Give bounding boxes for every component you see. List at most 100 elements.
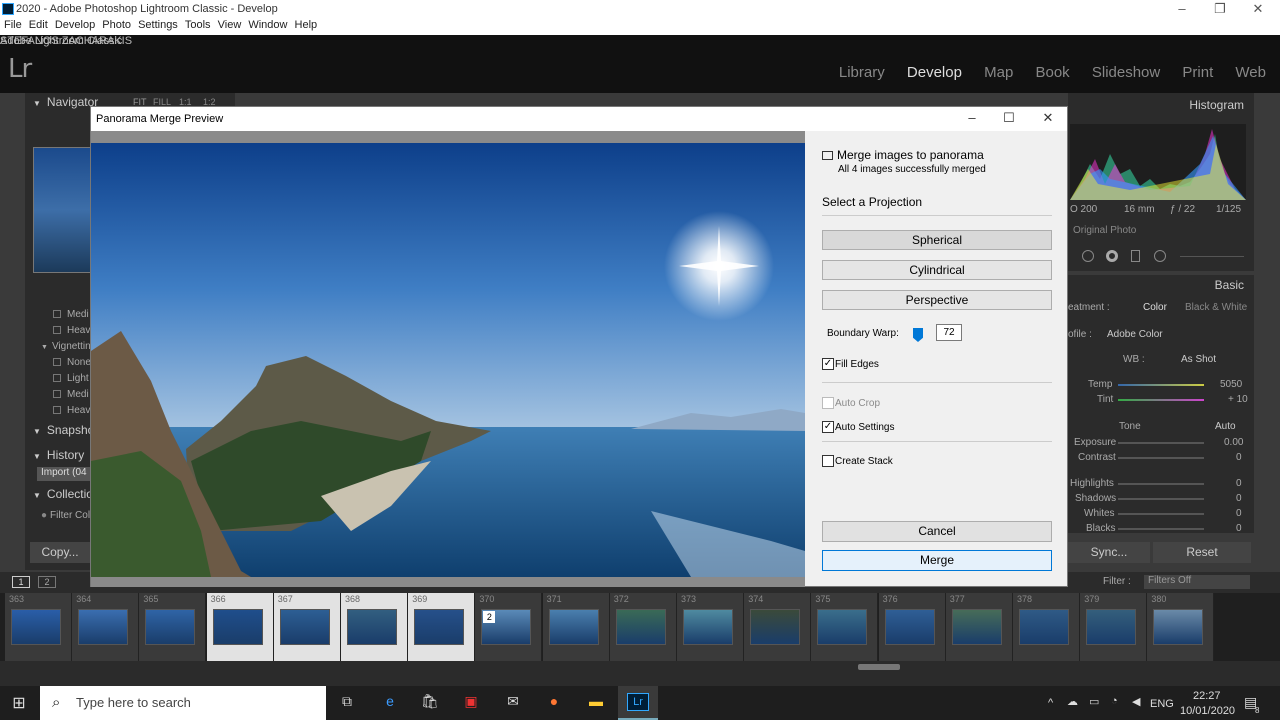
perspective-button[interactable]: Perspective bbox=[822, 290, 1052, 310]
shadows-value[interactable]: 0 bbox=[1236, 493, 1242, 504]
filmstrip-thumbnail[interactable] bbox=[279, 609, 330, 645]
module-develop[interactable]: Develop bbox=[907, 64, 962, 81]
whites-value[interactable]: 0 bbox=[1236, 508, 1242, 519]
filmstrip-scrollbar[interactable] bbox=[0, 661, 1280, 686]
taskbar-search-input[interactable]: ⌕ Type here to search bbox=[40, 686, 326, 720]
tone-auto-button[interactable]: Auto bbox=[1215, 421, 1236, 432]
histogram-label[interactable]: Histogram bbox=[1189, 98, 1244, 112]
module-map[interactable]: Map bbox=[984, 64, 1013, 81]
highlights-value[interactable]: 0 bbox=[1236, 478, 1242, 489]
dialog-maximize-icon[interactable]: ☐ bbox=[994, 110, 1024, 126]
view-1-button[interactable]: 1 bbox=[12, 576, 30, 588]
boundary-warp-value[interactable]: 72 bbox=[936, 324, 962, 341]
filmstrip-thumbnail[interactable] bbox=[414, 609, 465, 645]
filmstrip-thumbnail[interactable] bbox=[1153, 609, 1204, 645]
filmstrip-cell[interactable]: 375 bbox=[811, 593, 879, 661]
restore-icon[interactable]: ❐ bbox=[1201, 1, 1239, 18]
crop-tool-icon[interactable] bbox=[1082, 250, 1094, 262]
cylindrical-button[interactable]: Cylindrical bbox=[822, 260, 1052, 280]
minimize-icon[interactable]: – bbox=[1163, 1, 1201, 18]
sync-button[interactable]: Sync... bbox=[1068, 542, 1150, 563]
preset-item[interactable]: Light bbox=[53, 373, 89, 384]
menu-develop[interactable]: Develop bbox=[55, 19, 95, 31]
menu-photo[interactable]: Photo bbox=[102, 19, 131, 31]
filmstrip-thumbnail[interactable] bbox=[951, 609, 1002, 645]
module-slideshow[interactable]: Slideshow bbox=[1092, 64, 1160, 81]
temp-slider[interactable] bbox=[1118, 384, 1204, 386]
filmstrip-cell[interactable]: 377 bbox=[945, 593, 1013, 661]
fill-edges-checkbox[interactable]: ✓ bbox=[822, 358, 834, 370]
module-book[interactable]: Book bbox=[1035, 64, 1069, 81]
stack-count-badge[interactable]: 2 bbox=[483, 611, 496, 623]
filmstrip-cell[interactable]: 367 bbox=[273, 593, 341, 661]
filmstrip-thumbnail[interactable] bbox=[1019, 609, 1069, 645]
preset-item[interactable]: Medi bbox=[53, 389, 89, 400]
menu-edit[interactable]: Edit bbox=[29, 19, 48, 31]
preset-item[interactable]: None bbox=[53, 357, 91, 368]
vignetting-folder[interactable]: ▼ Vignettin bbox=[41, 341, 91, 352]
filmstrip-thumbnail[interactable] bbox=[347, 609, 397, 645]
menu-help[interactable]: Help bbox=[295, 19, 318, 31]
filmstrip-cell[interactable]: 372 bbox=[609, 593, 677, 661]
clock-time[interactable]: 22:27 bbox=[1193, 690, 1221, 702]
spot-removal-icon[interactable] bbox=[1106, 250, 1118, 262]
graduated-filter-icon[interactable] bbox=[1131, 250, 1140, 262]
radial-filter-icon[interactable] bbox=[1154, 250, 1166, 262]
tint-slider[interactable] bbox=[1118, 399, 1204, 401]
filmstrip-cell[interactable]: 379 bbox=[1080, 593, 1148, 661]
exposure-slider[interactable] bbox=[1118, 442, 1204, 444]
filmstrip-cell[interactable]: 364 bbox=[72, 593, 140, 661]
navigator-thumbnail[interactable] bbox=[33, 147, 93, 273]
filmstrip-cell[interactable]: 380 bbox=[1147, 593, 1215, 661]
mail-icon[interactable]: ✉ bbox=[502, 693, 524, 713]
menu-view[interactable]: View bbox=[218, 19, 242, 31]
tint-value[interactable]: + 10 bbox=[1228, 394, 1248, 405]
filmstrip-thumbnail[interactable] bbox=[683, 609, 733, 645]
tray-chevron-icon[interactable]: ^ bbox=[1048, 697, 1053, 709]
filmstrip-thumbnail[interactable] bbox=[11, 609, 61, 645]
task-view-icon[interactable]: ⧉ bbox=[336, 693, 358, 713]
filmstrip-thumbnail[interactable] bbox=[1086, 609, 1137, 645]
boundary-warp-slider[interactable] bbox=[913, 328, 923, 342]
filmstrip-cell[interactable]: 368 bbox=[341, 593, 408, 661]
highlights-slider[interactable] bbox=[1118, 483, 1204, 485]
blacks-slider[interactable] bbox=[1118, 528, 1204, 530]
filter-dropdown[interactable]: Filters Off bbox=[1144, 575, 1250, 589]
clock-date[interactable]: 10/01/2020 bbox=[1180, 705, 1235, 717]
collections-filter[interactable]: ● Filter Col bbox=[41, 510, 90, 521]
module-web[interactable]: Web bbox=[1235, 64, 1266, 81]
profile-value[interactable]: Adobe Color bbox=[1107, 329, 1163, 340]
onedrive-icon[interactable]: ☁ bbox=[1067, 695, 1078, 708]
filmstrip-cell[interactable]: 374 bbox=[744, 593, 812, 661]
module-print[interactable]: Print bbox=[1182, 64, 1213, 81]
filmstrip-thumbnail[interactable] bbox=[884, 609, 935, 645]
dialog-close-icon[interactable]: ✕ bbox=[1033, 110, 1063, 126]
filmstrip-thumbnail[interactable] bbox=[615, 609, 666, 645]
filmstrip-cell[interactable]: 366 bbox=[206, 593, 274, 661]
filmstrip-cell[interactable]: 365 bbox=[139, 593, 207, 661]
filmstrip-thumbnail[interactable] bbox=[750, 609, 801, 645]
contrast-slider[interactable] bbox=[1118, 457, 1204, 459]
auto-settings-checkbox[interactable]: ✓ bbox=[822, 421, 834, 433]
temp-value[interactable]: 5050 bbox=[1220, 379, 1242, 390]
menu-tools[interactable]: Tools bbox=[185, 19, 211, 31]
create-stack-checkbox[interactable] bbox=[822, 455, 834, 467]
firefox-icon[interactable]: ● bbox=[543, 693, 565, 713]
contrast-value[interactable]: 0 bbox=[1236, 452, 1242, 463]
dialog-minimize-icon[interactable]: – bbox=[957, 110, 987, 125]
network-icon[interactable]: ◔ bbox=[1111, 695, 1118, 707]
whites-slider[interactable] bbox=[1118, 513, 1204, 515]
wb-value[interactable]: As Shot bbox=[1181, 354, 1216, 365]
blacks-value[interactable]: 0 bbox=[1236, 523, 1242, 534]
filmstrip-cell[interactable]: 369 bbox=[408, 593, 476, 661]
filmstrip-cell[interactable]: 378 bbox=[1013, 593, 1080, 661]
treatment-bw[interactable]: Black & White bbox=[1185, 302, 1247, 313]
volume-icon[interactable]: ◀ bbox=[1132, 695, 1140, 708]
brush-slider[interactable] bbox=[1180, 256, 1244, 257]
shadows-slider[interactable] bbox=[1118, 498, 1204, 500]
auto-crop-checkbox[interactable] bbox=[822, 397, 834, 409]
treatment-color[interactable]: Color bbox=[1143, 302, 1167, 313]
close-icon[interactable]: ✕ bbox=[1239, 1, 1277, 18]
lightroom-taskbar-button[interactable]: Lr bbox=[618, 686, 658, 720]
file-explorer-icon[interactable]: ▬ bbox=[585, 693, 607, 713]
